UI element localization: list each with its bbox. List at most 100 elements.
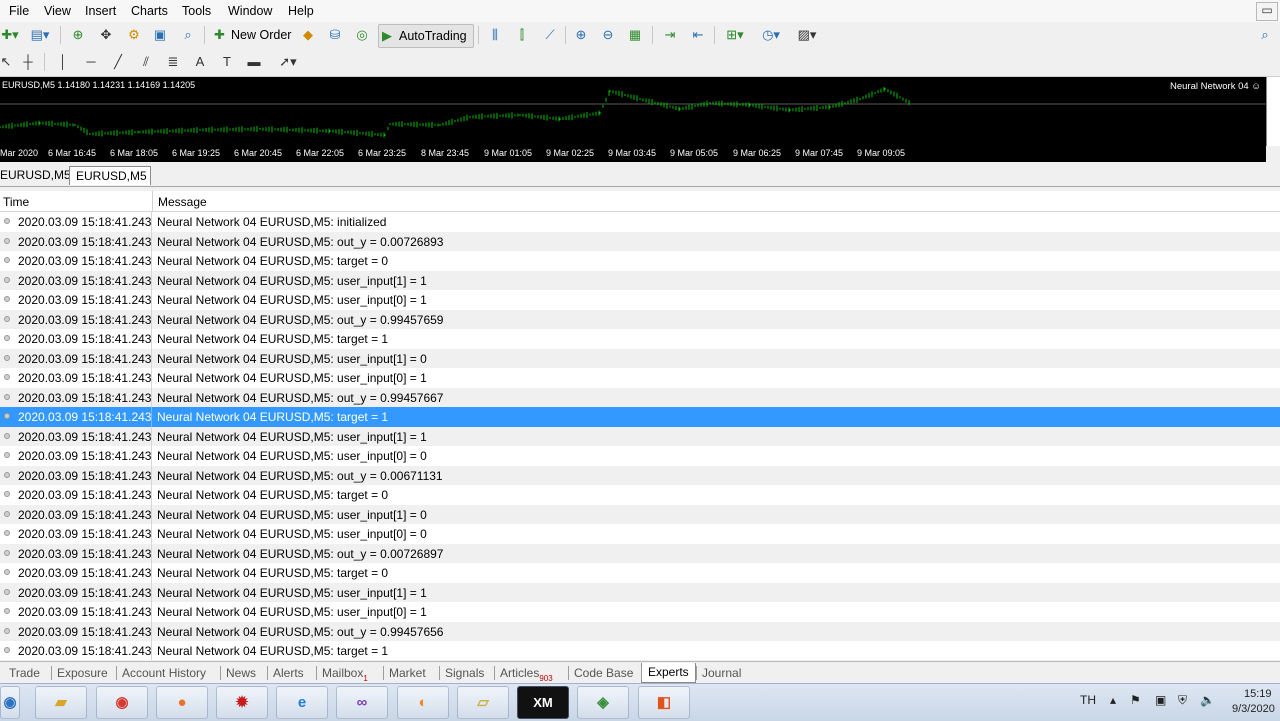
tab-news[interactable]: News [226,666,256,680]
vertical-line-icon[interactable]: │ [55,51,71,73]
tab-market[interactable]: Market [389,666,426,680]
start-button[interactable]: ◉ [0,686,20,719]
terminal-icon[interactable]: ▣ [150,24,170,46]
log-row[interactable]: 2020.03.09 15:18:41.243 Neural Network 04… [0,270,1280,290]
menu-window[interactable]: Window [228,4,272,18]
files-icon[interactable]: ▱ [457,686,509,719]
log-row[interactable]: 2020.03.09 15:18:41.243 Neural Network 04… [0,543,1280,563]
new-chart-icon[interactable]: ✚▾ [0,24,20,46]
chart-shift-icon[interactable]: ⇤ [689,24,707,46]
crosshair-icon[interactable]: ┼ [20,51,36,73]
line-chart-icon[interactable]: ⟋ [541,24,559,46]
ie-icon[interactable]: e [276,686,328,719]
language-indicator[interactable]: TH [1080,693,1096,707]
chrome-icon[interactable]: ◉ [96,686,148,719]
log-row[interactable]: 2020.03.09 15:18:41.243 Neural Network 04… [0,231,1280,251]
window-restore-button[interactable]: ▭ [1256,2,1278,21]
column-header-message[interactable]: Message [158,195,207,209]
office-icon[interactable]: ◧ [638,686,690,719]
clock-date[interactable]: 9/3/2020 [1232,703,1275,715]
garena-icon[interactable]: ✹ [216,686,268,719]
log-row[interactable]: 2020.03.09 15:18:41.243 Neural Network 04… [0,582,1280,602]
tab-account-history[interactable]: Account History [122,666,206,680]
mql5-market-icon[interactable]: ⛁ [325,24,345,46]
trendline-icon[interactable]: ╱ [110,51,126,73]
templates-icon[interactable]: ▨▾ [793,24,821,46]
network-icon[interactable]: ▣ [1155,693,1166,707]
chart-tab-active[interactable]: EURUSD,M5 [69,166,151,185]
periods-icon[interactable]: ◷▾ [757,24,785,46]
text-icon[interactable]: A [192,51,208,73]
candlesticks-icon[interactable]: ⫿ [513,24,531,46]
clock-time[interactable]: 15:19 [1244,688,1272,700]
rectangle-icon[interactable]: ▬ [246,51,262,73]
tab-signals[interactable]: Signals [445,666,484,680]
log-row-selected[interactable]: 2020.03.09 15:18:41.243 Neural Network 04… [0,407,1280,427]
cursor-icon[interactable]: ↖ [0,51,12,73]
visual-studio-icon[interactable]: ∞ [336,686,388,719]
indicators-icon[interactable]: ⊞▾ [722,24,748,46]
tab-exposure[interactable]: Exposure [57,666,108,680]
menu-help[interactable]: Help [288,4,314,18]
new-order-button[interactable]: ✚ New Order [211,24,291,46]
volume-icon[interactable]: 🔈 [1200,693,1215,707]
fibonacci-icon[interactable]: ≣ [165,51,181,73]
log-row[interactable]: 2020.03.09 15:18:41.243 Neural Network 04… [0,387,1280,407]
metaeditor-icon[interactable]: ◆ [298,24,318,46]
arrows-icon[interactable]: ➚▾ [274,51,302,73]
metatrader-icon[interactable]: ◈ [577,686,629,719]
log-row[interactable]: 2020.03.09 15:18:41.243 Neural Network 04… [0,504,1280,524]
action-center-icon[interactable]: ⚑ [1130,693,1141,707]
tab-mailbox[interactable]: Mailbox1 [322,666,368,683]
xm-icon[interactable]: XM [517,686,569,719]
tab-code-base[interactable]: Code Base [574,666,633,680]
firefox-icon[interactable]: ● [156,686,208,719]
log-row[interactable]: 2020.03.09 15:18:41.243 Neural Network 04… [0,602,1280,622]
log-row[interactable]: 2020.03.09 15:18:41.243 Neural Network 04… [0,485,1280,505]
app-orange-icon[interactable]: ◐ [397,686,449,719]
tab-experts[interactable]: Experts [641,663,696,683]
column-divider[interactable] [152,191,153,211]
market-watch-icon[interactable]: ⊕ [68,24,88,46]
data-window-icon[interactable]: ⚙ [124,24,144,46]
text-label-icon[interactable]: T [219,51,235,73]
autotrading-button[interactable]: ▶ AutoTrading [378,24,474,48]
bar-chart-icon[interactable]: ⫼ [486,24,504,46]
log-row[interactable]: 2020.03.09 15:18:41.243 Neural Network 04… [0,348,1280,368]
log-row[interactable]: 2020.03.09 15:18:41.243 Neural Network 04… [0,446,1280,466]
log-row[interactable]: 2020.03.09 15:18:41.243 Neural Network 04… [0,641,1280,660]
show-hidden-icons[interactable]: ▴ [1110,693,1116,707]
explorer-icon[interactable]: ▰ [35,686,87,719]
menu-insert[interactable]: Insert [85,4,116,18]
signals-icon[interactable]: ◎ [352,24,372,46]
log-row[interactable]: 2020.03.09 15:18:41.243 Neural Network 04… [0,290,1280,310]
zoom-in-icon[interactable]: ⊕ [572,24,590,46]
log-row[interactable]: 2020.03.09 15:18:41.243 Neural Network 04… [0,563,1280,583]
security-icon[interactable]: ⛨ [1178,693,1187,708]
menu-file[interactable]: File [9,4,29,18]
log-row[interactable]: 2020.03.09 15:18:41.243 Neural Network 04… [0,368,1280,388]
navigator-icon[interactable]: ✥ [96,24,116,46]
menu-charts[interactable]: Charts [131,4,168,18]
log-row[interactable]: 2020.03.09 15:18:41.243 Neural Network 04… [0,465,1280,485]
log-row[interactable]: 2020.03.09 15:18:41.243 Neural Network 04… [0,621,1280,641]
menu-tools[interactable]: Tools [182,4,211,18]
equidistant-channel-icon[interactable]: ⫽ [137,51,155,73]
zoom-out-icon[interactable]: ⊖ [599,24,617,46]
menu-view[interactable]: View [44,4,71,18]
tab-trade[interactable]: Trade [9,666,40,680]
log-row[interactable]: 2020.03.09 15:18:41.243 Neural Network 04… [0,329,1280,349]
search-icon[interactable]: ⌕ [1256,24,1274,46]
expert-advisor-label[interactable]: Neural Network 04 ☺ [1170,81,1261,92]
log-row[interactable]: 2020.03.09 15:18:41.243 Neural Network 04… [0,212,1280,232]
log-row[interactable]: 2020.03.09 15:18:41.243 Neural Network 04… [0,426,1280,446]
column-header-time[interactable]: Time [3,195,29,209]
log-row[interactable]: 2020.03.09 15:18:41.243 Neural Network 04… [0,309,1280,329]
horizontal-line-icon[interactable]: ─ [83,51,99,73]
log-row[interactable]: 2020.03.09 15:18:41.243 Neural Network 04… [0,251,1280,271]
tab-journal[interactable]: Journal [702,666,741,680]
log-row[interactable]: 2020.03.09 15:18:41.243 Neural Network 04… [0,524,1280,544]
autoscroll-icon[interactable]: ⇥ [661,24,679,46]
chart-tab[interactable]: EURUSD,M5 [0,166,77,184]
tile-windows-icon[interactable]: ▦ [626,24,644,46]
